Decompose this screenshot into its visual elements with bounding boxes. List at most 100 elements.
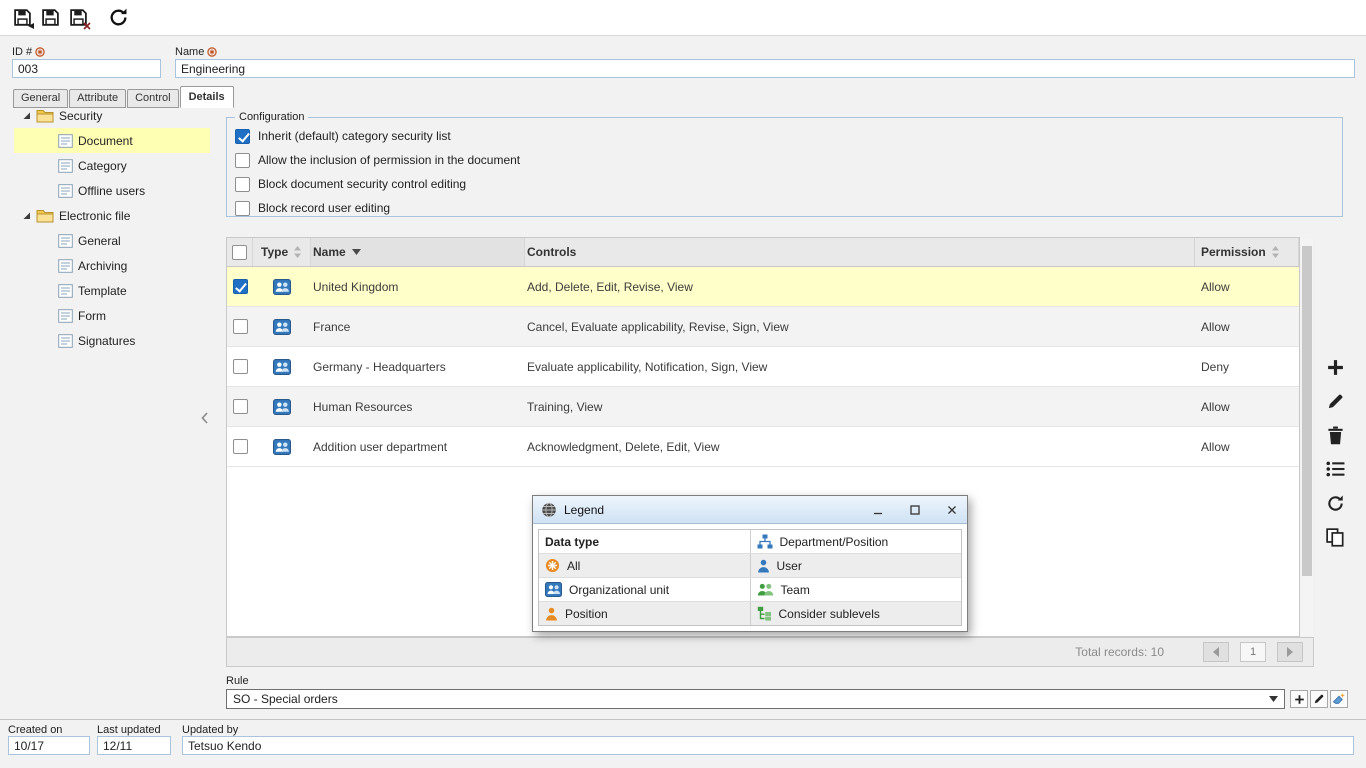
tree-folder-security[interactable]: Security (14, 103, 210, 128)
copy-icon (1326, 528, 1344, 547)
legend-table: Data type Department/Position All User (538, 529, 962, 626)
config-option-allow-inclusion[interactable]: Allow the inclusion of permission in the… (235, 148, 1334, 172)
tree-item-general[interactable]: General (14, 228, 210, 253)
table-row[interactable]: France Cancel, Evaluate applicability, R… (227, 307, 1299, 347)
rule-add-button[interactable] (1290, 690, 1308, 708)
document-icon (58, 134, 73, 148)
scrollbar-thumb[interactable] (1302, 246, 1312, 576)
cell-controls: Add, Delete, Edit, Revise, View (525, 267, 1195, 306)
document-icon (58, 234, 73, 248)
legend-dialog: Legend Data type Department/Position All (532, 495, 968, 632)
checkbox-inherit-category-security[interactable] (235, 129, 250, 144)
column-header-type[interactable]: Type (253, 238, 311, 266)
team-icon (757, 582, 774, 597)
updated-by-field[interactable] (182, 736, 1354, 755)
tree-item-category[interactable]: Category (14, 153, 210, 178)
tree-item-offline-users[interactable]: Offline users (14, 178, 210, 203)
collapse-panel-button[interactable] (201, 410, 211, 426)
refresh-icon (1326, 494, 1345, 513)
copy-button[interactable] (1323, 525, 1347, 549)
save-button[interactable] (36, 4, 64, 32)
delete-button[interactable] (1323, 423, 1347, 447)
organizational-unit-icon (273, 359, 291, 375)
table-footer: Total records: 10 1 (226, 637, 1314, 667)
select-all-checkbox[interactable] (232, 245, 247, 260)
cell-name: Germany - Headquarters (311, 347, 525, 386)
document-icon (58, 184, 73, 198)
edit-icon (1313, 693, 1325, 705)
refresh-button[interactable] (104, 4, 132, 32)
tree-item-archiving[interactable]: Archiving (14, 253, 210, 278)
tree-expander-icon[interactable] (22, 211, 31, 220)
cell-permission: Allow (1195, 267, 1299, 306)
organizational-unit-icon (273, 279, 291, 295)
name-input[interactable] (175, 59, 1355, 78)
row-checkbox[interactable] (233, 359, 248, 374)
table-scrollbar[interactable] (1301, 238, 1313, 636)
checkbox-block-security-editing[interactable] (235, 177, 250, 192)
table-actions-toolbar (1318, 355, 1352, 549)
column-header-permission[interactable]: Permission (1195, 238, 1299, 266)
tree-expander-icon[interactable] (22, 111, 31, 120)
rule-clear-button[interactable] (1330, 690, 1348, 708)
checkbox-block-record-user-editing[interactable] (235, 201, 250, 216)
row-checkbox[interactable] (233, 279, 248, 294)
name-label-text: Name (175, 46, 204, 58)
delete-icon (1327, 426, 1344, 445)
rule-edit-button[interactable] (1310, 690, 1328, 708)
arrow-left-icon (1213, 647, 1219, 657)
organizational-unit-icon (545, 582, 562, 597)
tree-folder-electronic-file[interactable]: Electronic file (14, 203, 210, 228)
department-position-icon (757, 534, 773, 549)
document-icon (58, 309, 73, 323)
minimize-button[interactable] (863, 496, 893, 523)
close-button[interactable] (937, 496, 967, 523)
config-option-block-record-user-editing[interactable]: Block record user editing (235, 196, 1334, 220)
created-on-field[interactable] (8, 736, 90, 755)
required-icon (207, 47, 217, 57)
tree-item-label: Signatures (78, 334, 135, 348)
legend-dialog-titlebar[interactable]: Legend (533, 496, 967, 524)
required-icon (35, 47, 45, 57)
column-header-label: Controls (527, 245, 576, 259)
row-checkbox[interactable] (233, 319, 248, 334)
clear-icon (1332, 692, 1346, 706)
tree-item-signatures[interactable]: Signatures (14, 328, 210, 353)
legend-entry-organizational-unit: Organizational unit (539, 578, 750, 601)
tree-item-document[interactable]: Document (14, 128, 210, 153)
save-and-new-button[interactable] (8, 4, 36, 32)
checkbox-allow-inclusion[interactable] (235, 153, 250, 168)
tree-item-template[interactable]: Template (14, 278, 210, 303)
created-on-label: Created on (8, 724, 62, 736)
legend-entry-data-type: Data type (539, 530, 750, 553)
next-page-button[interactable] (1277, 642, 1303, 662)
config-option-inherit[interactable]: Inherit (default) category security list (235, 124, 1334, 148)
save-and-exit-button[interactable] (64, 4, 92, 32)
table-row[interactable]: United Kingdom Add, Delete, Edit, Revise… (227, 267, 1299, 307)
table-row[interactable]: Germany - Headquarters Evaluate applicab… (227, 347, 1299, 387)
chevron-left-icon (201, 412, 208, 424)
table-row[interactable]: Addition user department Acknowledgment,… (227, 427, 1299, 467)
tree-item-label: Form (78, 309, 106, 323)
config-option-block-security-editing[interactable]: Block document security control editing (235, 172, 1334, 196)
list-icon (1326, 461, 1345, 477)
edit-button[interactable] (1323, 389, 1347, 413)
table-row[interactable]: Human Resources Training, View Allow (227, 387, 1299, 427)
previous-page-button[interactable] (1203, 642, 1229, 662)
row-checkbox[interactable] (233, 439, 248, 454)
organizational-unit-icon (273, 399, 291, 415)
folder-icon (36, 109, 54, 123)
tree-item-label: Document (78, 134, 133, 148)
tree-item-form[interactable]: Form (14, 303, 210, 328)
column-header-controls[interactable]: Controls (525, 238, 1195, 266)
add-button[interactable] (1323, 355, 1347, 379)
refresh-list-button[interactable] (1323, 491, 1347, 515)
legend-entry-all: All (539, 554, 750, 577)
id-input[interactable] (12, 59, 161, 78)
maximize-button[interactable] (900, 496, 930, 523)
column-header-name[interactable]: Name (311, 238, 525, 266)
row-checkbox[interactable] (233, 399, 248, 414)
list-button[interactable] (1323, 457, 1347, 481)
last-updated-field[interactable] (97, 736, 171, 755)
rule-select[interactable]: SO - Special orders (226, 689, 1285, 709)
